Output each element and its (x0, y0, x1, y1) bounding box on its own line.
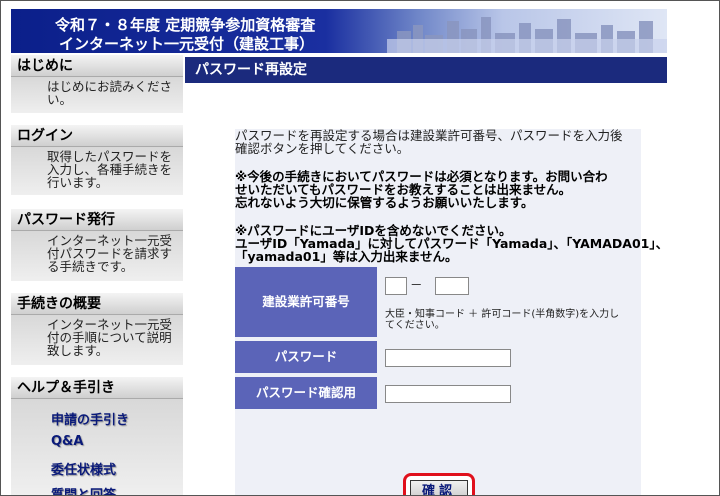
site-title-line2: インターネット一元受付（建設工事） (59, 35, 315, 53)
sidebar-desc-password-issue: インターネット一元受付パスワードを請求する手続きです。 (11, 231, 183, 281)
city-skyline-image (387, 17, 667, 53)
page-frame: 令和７・８年度 定期競争参加資格審査 インターネット一元受付（建設工事） はじめ… (0, 0, 720, 496)
license-code1-input[interactable] (385, 277, 407, 295)
page-title: パスワード再設定 (185, 57, 667, 83)
sidebar-heading-login[interactable]: ログイン (11, 125, 183, 147)
sidebar-heading-overview[interactable]: 手続きの概要 (11, 293, 183, 315)
help-link-faq[interactable]: 質問と回答 (51, 484, 116, 495)
confirm-button-highlight: 確認 (403, 473, 475, 495)
notice1-line3: 忘れないよう大切に保管するようお願いいたします。 (235, 195, 534, 210)
main-content: パスワード再設定 パスワードを再設定する場合は建設業許可番号、パスワードを入力後… (183, 53, 668, 495)
confirm-button[interactable]: 確認 (410, 480, 468, 495)
sidebar: はじめに はじめにお読みください。 ログイン 取得したパスワードを入力し、各種手… (11, 53, 183, 495)
site-title-line1: 令和７・８年度 定期競争参加資格審査 (55, 16, 316, 34)
help-link-qa[interactable]: Q&A (51, 434, 83, 449)
help-link-guide[interactable]: 申請の手引き (51, 409, 129, 428)
license-code2-input[interactable] (435, 277, 469, 295)
help-link-proxy-form[interactable]: 委任状様式 (51, 459, 116, 478)
notice2-line3: 「yamada01」等は入力出来ません。 (235, 249, 458, 264)
password-label: パスワード (235, 341, 377, 375)
sidebar-desc-login: 取得したパスワードを入力し、各種手続きを行います。 (11, 147, 183, 195)
sidebar-heading-intro[interactable]: はじめに (11, 55, 183, 77)
license-hint-line2: てください。 (385, 320, 445, 331)
site-header: 令和７・８年度 定期競争参加資格審査 インターネット一元受付（建設工事） (11, 9, 667, 53)
intro-text-line2: 確認ボタンを押してください。 (235, 141, 410, 156)
sidebar-heading-password-issue[interactable]: パスワード発行 (11, 209, 183, 231)
sidebar-desc-overview: インターネット一元受付の手順について説明致します。 (11, 315, 183, 365)
license-number-label: 建設業許可番号 (235, 267, 377, 339)
sidebar-heading-help: ヘルプ＆手引き (11, 377, 183, 399)
password-input[interactable] (385, 349, 511, 367)
form-panel: パスワードを再設定する場合は建設業許可番号、パスワードを入力後 確認ボタンを押し… (235, 129, 668, 495)
password-confirm-label: パスワード確認用 (235, 377, 377, 411)
password-confirm-input[interactable] (385, 385, 511, 403)
license-hint-line1: 大臣・知事コード ＋ 許可コード(半角数字)を入力し (385, 309, 620, 320)
license-separator: － (410, 277, 423, 292)
sidebar-desc-intro: はじめにお読みください。 (11, 77, 183, 113)
